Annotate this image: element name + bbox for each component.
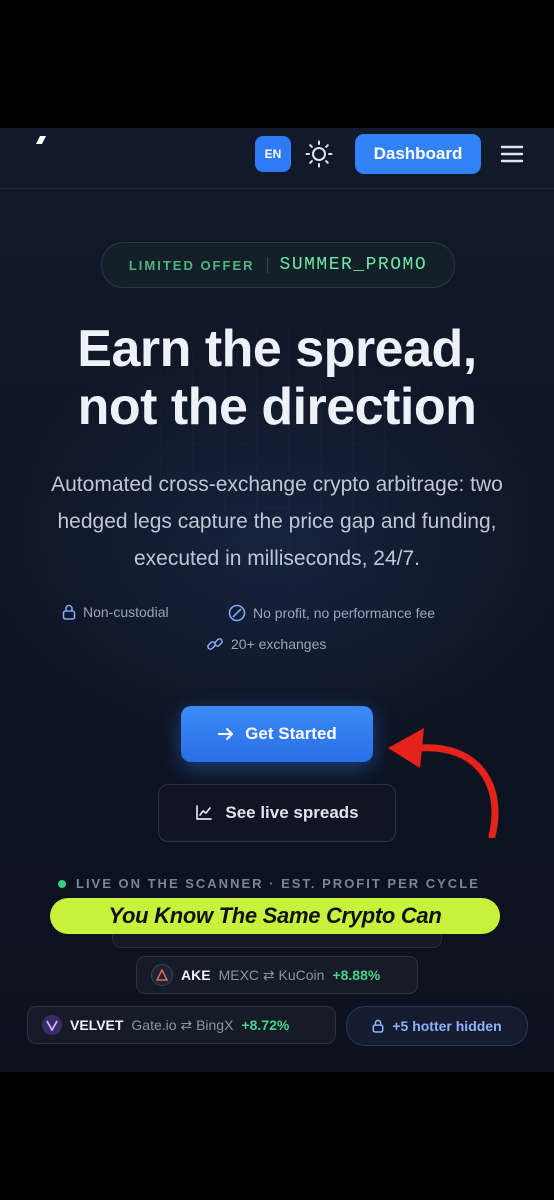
hero-headline: Earn the spread, not the direction <box>20 320 534 436</box>
language-button[interactable]: EN <box>255 136 291 172</box>
headline-line-2: not the direction <box>77 378 477 436</box>
scanner-pair-ake[interactable]: AKE MEXC ⇄ KuCoin +8.88% <box>136 956 418 994</box>
lock-icon <box>372 1019 384 1033</box>
header-divider <box>0 188 554 189</box>
annotation-arrow-icon <box>388 728 499 838</box>
arrow-right-icon <box>218 728 234 740</box>
promo-badge[interactable]: LIMITED OFFER SUMMER_PROMO <box>101 242 455 288</box>
feature-label: No profit, no performance fee <box>253 605 436 621</box>
logo-icon[interactable] <box>34 136 46 144</box>
feature-no-fee: No profit, no performance fee <box>228 604 435 622</box>
chart-icon <box>196 805 213 820</box>
sun-icon[interactable] <box>305 140 333 168</box>
feature-label: Non-custodial <box>83 604 169 620</box>
scanner-label: LIVE ON THE SCANNER · EST. PROFIT PER CY… <box>58 876 480 891</box>
overlay-caption: You Know The Same Crypto Can <box>50 898 500 934</box>
feature-exchanges: 20+ exchanges <box>206 635 326 653</box>
pair-route: MEXC ⇄ KuCoin <box>218 966 325 983</box>
promo-code: SUMMER_PROMO <box>279 255 428 275</box>
link-icon <box>207 638 223 650</box>
pair-gain: +8.72% <box>241 1017 290 1033</box>
velvet-coin-icon <box>42 1015 62 1035</box>
dashboard-button[interactable]: Dashboard <box>355 134 481 174</box>
get-started-label: Get Started <box>245 724 337 743</box>
pair-ticker: VELVET <box>70 1017 124 1033</box>
scanner-label-text: LIVE ON THE SCANNER · EST. PROFIT PER CY… <box>76 876 480 891</box>
live-indicator-dot <box>58 879 66 888</box>
pair-route: Gate.io ⇄ BingX <box>131 1016 234 1033</box>
hamburger-menu-icon[interactable] <box>500 144 524 164</box>
promo-divider <box>266 257 268 273</box>
see-live-spreads-label: See live spreads <box>225 803 359 822</box>
see-live-spreads-button[interactable]: See live spreads <box>158 784 396 842</box>
hidden-pairs-label: +5 hotter hidden <box>392 1018 502 1034</box>
pair-ticker: AKE <box>181 967 211 983</box>
promo-label: LIMITED OFFER <box>128 257 255 273</box>
ake-coin-icon <box>151 964 173 986</box>
no-fee-icon <box>228 604 246 622</box>
hero-description: Automated cross-exchange crypto arbitrag… <box>51 473 503 570</box>
scanner-pair-velvet[interactable]: VELVET Gate.io ⇄ BingX +8.72% <box>27 1006 336 1044</box>
feature-label: 20+ exchanges <box>231 636 327 652</box>
headline-line-1: Earn the spread, <box>77 320 477 378</box>
hidden-pairs-button[interactable]: +5 hotter hidden <box>346 1006 528 1046</box>
lock-icon <box>62 604 76 620</box>
app-screen: EN Dashboard LIMITED OFFER SUMMER_PROMO … <box>0 128 554 1072</box>
get-started-button[interactable]: Get Started <box>181 706 373 762</box>
feature-non-custodial: Non-custodial <box>62 604 169 620</box>
pair-gain: +8.88% <box>332 967 381 983</box>
